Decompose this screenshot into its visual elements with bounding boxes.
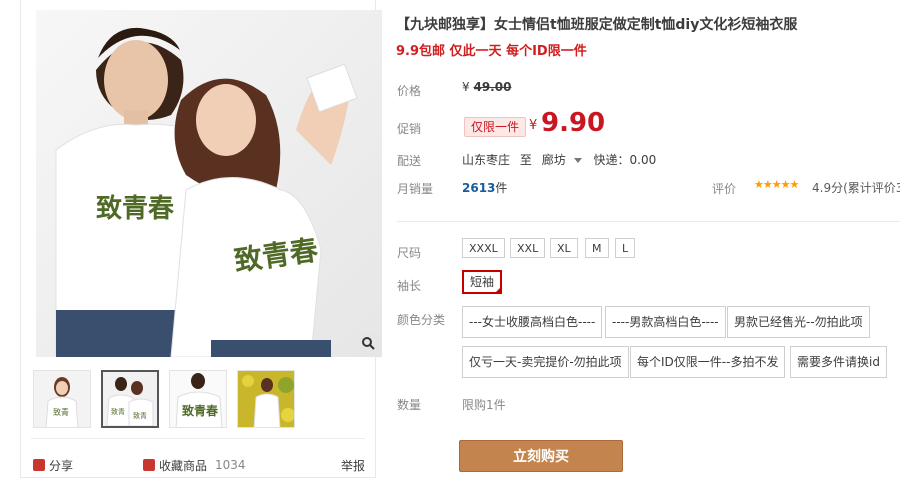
promo-price: 9.90	[541, 108, 606, 138]
zoom-icon[interactable]	[358, 333, 378, 353]
gallery-panel: 致青春 致青春 致青 致青 致青 致青春 分享 收藏商品 1034 举报	[20, 0, 382, 478]
sales-value: 2613件	[462, 179, 507, 196]
original-currency: ¥	[462, 80, 470, 94]
color-option-6[interactable]: 需要多件请换id	[790, 346, 887, 378]
buy-now-button[interactable]: 立刻购买	[459, 440, 623, 472]
quantity-limit: 限购1件	[462, 398, 506, 412]
section-divider	[397, 221, 900, 222]
report-link[interactable]: 举报	[341, 457, 365, 474]
ship-from: 山东枣庄	[462, 153, 511, 167]
product-detail-panel: 【九块邮独享】女士情侣t恤班服定做定制t恤diy文化衫短袖衣服 9.9包邮 仅此…	[392, 0, 900, 478]
product-subtitle: 9.9包邮 仅此一天 每个ID限一件	[396, 44, 587, 59]
svg-text:致青: 致青	[133, 411, 147, 420]
size-label: 尺码	[397, 246, 422, 260]
size-option-xxxl[interactable]: XXXL	[462, 238, 505, 258]
ship-express: 快递：0.00	[593, 153, 657, 167]
favorite-button[interactable]: 收藏商品 1034	[143, 457, 246, 474]
svg-text:致青: 致青	[111, 407, 125, 416]
thumbnail-3[interactable]: 致青春	[169, 370, 227, 428]
favorite-count: 1034	[215, 458, 246, 472]
color-option-1[interactable]: ---女士收腰高档白色----	[462, 306, 603, 338]
shipping-row: 山东枣庄 至 廊坊 快递：0.00	[462, 151, 662, 168]
price-label: 价格	[397, 84, 422, 98]
promo-label: 促销	[397, 122, 422, 136]
color-option-3[interactable]: 男款已经售光--勿拍此项	[727, 306, 870, 338]
promo-tag: 仅限一件	[464, 117, 527, 137]
favorite-label: 收藏商品	[159, 458, 208, 473]
thumbnail-strip: 致青 致青 致青 致青春	[33, 370, 295, 428]
thumbnail-4[interactable]	[237, 370, 295, 428]
rating-label: 评价	[712, 182, 737, 196]
chevron-down-icon	[573, 158, 582, 163]
svg-text:致青: 致青	[53, 407, 69, 417]
star-rating-icon: ★★★★★	[754, 178, 799, 191]
color-label: 颜色分类	[397, 313, 446, 327]
main-product-image[interactable]: 致青春 致青春	[36, 10, 382, 357]
couple-photo: 致青春 致青春	[36, 10, 382, 357]
ship-dest-select[interactable]: 廊坊	[542, 153, 590, 167]
size-option-xxl[interactable]: XXL	[510, 238, 546, 258]
size-option-xl[interactable]: XL	[550, 238, 578, 258]
sales-label: 月销量	[397, 182, 434, 196]
thumbnail-1[interactable]: 致青	[33, 370, 91, 428]
share-bar: 分享 收藏商品 1034 举报	[33, 455, 365, 475]
share-button[interactable]: 分享	[33, 457, 73, 474]
sleeve-option-short[interactable]: 短袖	[462, 270, 503, 294]
promo-currency: ¥	[529, 118, 538, 133]
ship-dest: 廊坊	[541, 153, 566, 167]
color-option-2[interactable]: ----男款高档白色----	[605, 306, 726, 338]
sleeve-option-label: 短袖	[470, 275, 495, 289]
shirt-print-man: 致青春	[96, 193, 174, 224]
shipping-label: 配送	[397, 154, 422, 168]
share-label: 分享	[49, 458, 74, 473]
size-option-m[interactable]: M	[585, 238, 609, 258]
sleeve-label: 袖长	[397, 279, 422, 293]
color-option-5[interactable]: 每个ID仅限一件--多拍不发	[630, 346, 786, 378]
original-price-value: 49.00	[473, 80, 512, 94]
product-title: 【九块邮独享】女士情侣t恤班服定做定制t恤diy文化衫短袖衣服	[396, 17, 798, 33]
size-option-l[interactable]: L	[615, 238, 636, 258]
gallery-divider	[31, 438, 365, 439]
sales-count: 2613	[462, 181, 496, 195]
original-price: ¥ 49.00	[462, 80, 511, 94]
svg-text:致青春: 致青春	[182, 403, 219, 418]
share-icon	[33, 459, 45, 471]
thumbnail-2[interactable]: 致青 致青	[101, 370, 159, 428]
ship-to-word: 至	[519, 153, 532, 167]
favorite-icon	[143, 459, 156, 471]
sales-unit: 件	[495, 181, 508, 195]
rating-summary-link[interactable]: 4.9分(累计评价3	[812, 179, 900, 196]
quantity-label: 数量	[397, 398, 422, 412]
selected-check-icon	[494, 286, 503, 294]
color-option-4[interactable]: 仅亏一天-卖完提价-勿拍此项	[462, 346, 629, 378]
